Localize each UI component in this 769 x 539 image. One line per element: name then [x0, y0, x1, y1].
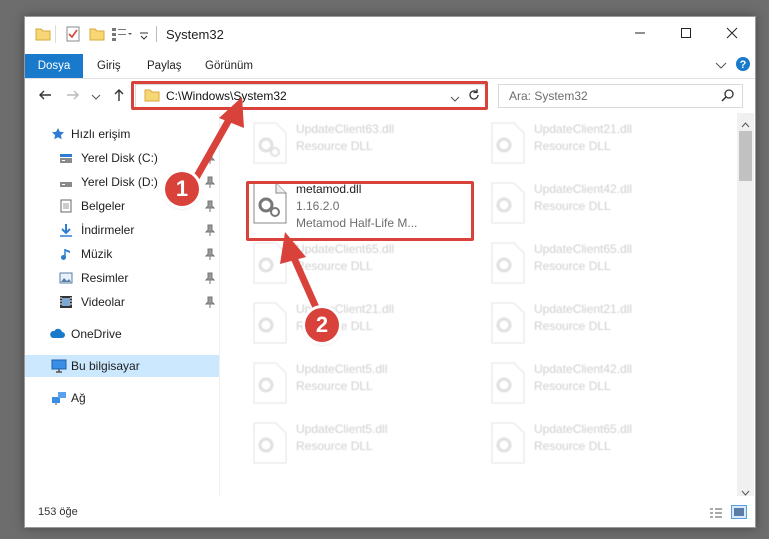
annotation-arrows	[192, 97, 322, 316]
arrow-to-address	[192, 97, 244, 182]
step-2-badge: 2	[305, 308, 339, 342]
step-1-badge: 1	[165, 172, 199, 206]
arrow-to-file	[280, 232, 322, 316]
